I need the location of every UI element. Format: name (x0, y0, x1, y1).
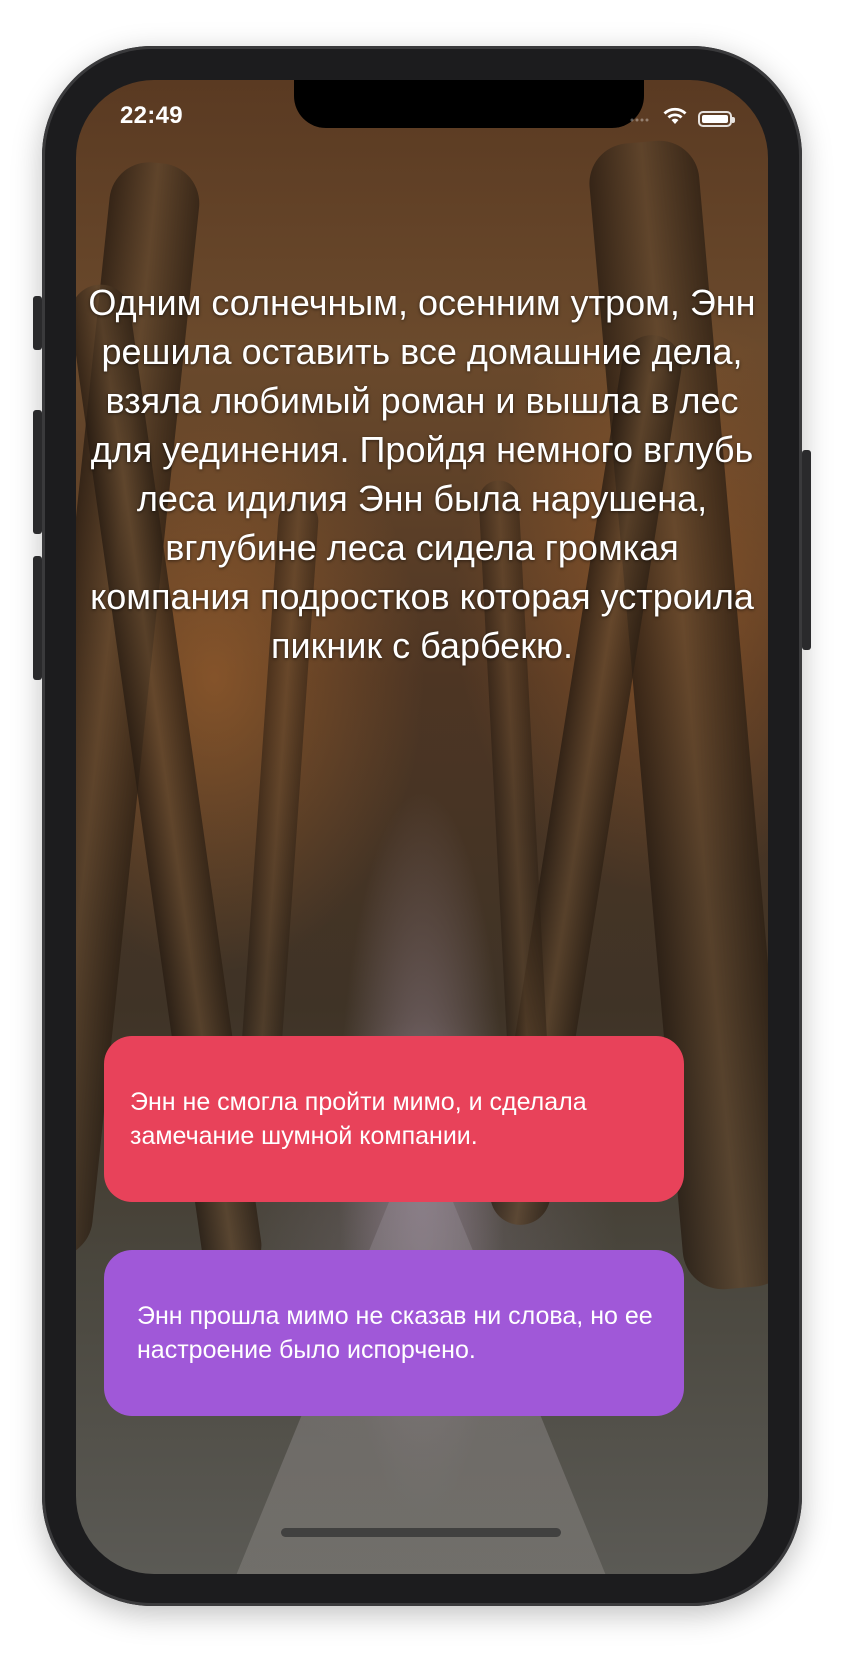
choice-label-2: Энн прошла мимо не сказав ни слова, но е… (137, 1302, 653, 1364)
story-text: Одним солнечным, осенним утром, Энн реши… (88, 282, 756, 666)
cellular-signal-icon (630, 110, 652, 128)
status-time: 22:49 (120, 102, 183, 129)
volume-up-button (33, 410, 42, 534)
choice-label-1: Энн не смогла пройти мимо, и сделала зам… (130, 1088, 587, 1150)
app-screen: 22:49 Одним солнечным, осенним утром, Эн… (76, 80, 768, 1574)
silent-switch (33, 296, 42, 350)
notch (294, 80, 644, 128)
wifi-icon (662, 106, 688, 131)
battery-icon (698, 110, 735, 127)
power-button (802, 450, 811, 650)
status-icons (630, 106, 735, 131)
home-indicator[interactable] (281, 1528, 561, 1537)
choice-button-2[interactable]: Энн прошла мимо не сказав ни слова, но е… (104, 1250, 684, 1416)
volume-down-button (33, 556, 42, 680)
choice-button-1[interactable]: Энн не смогла пройти мимо, и сделала зам… (104, 1036, 684, 1202)
